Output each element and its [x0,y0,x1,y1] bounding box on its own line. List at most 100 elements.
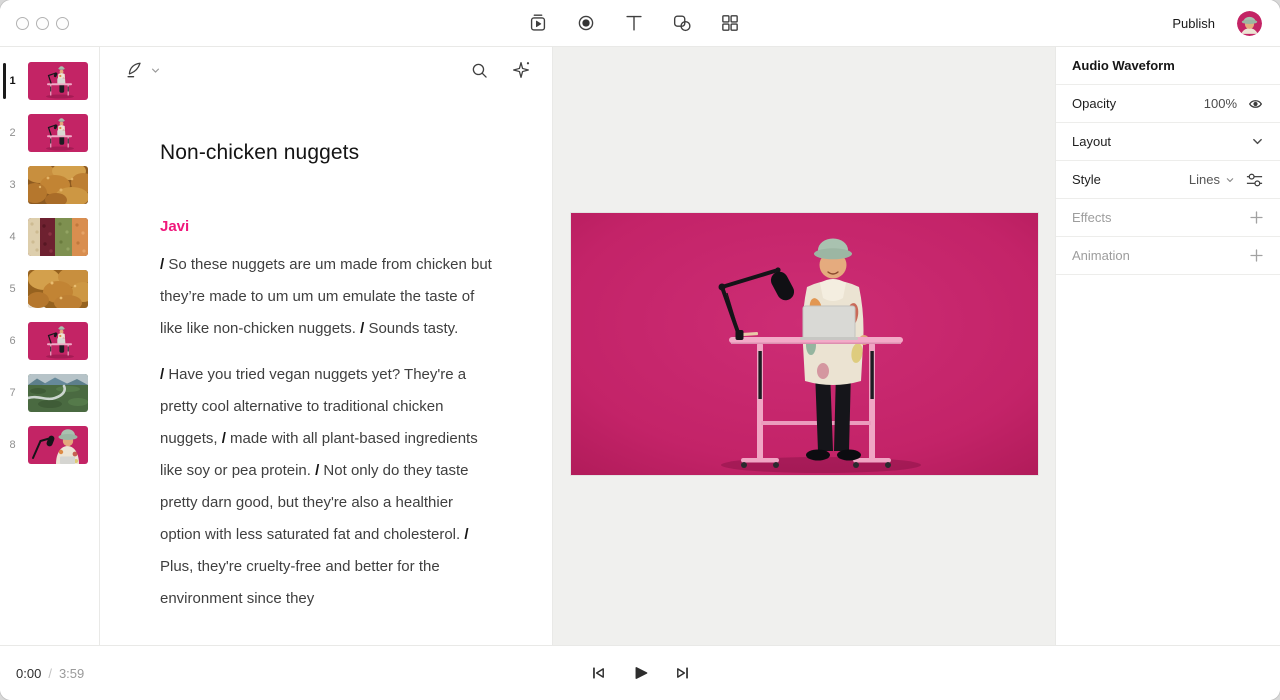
skip-to-start-button[interactable] [589,664,607,682]
scene-thumbnail[interactable] [28,218,88,256]
style-value: Lines [1189,172,1220,187]
layout-button[interactable] [719,12,741,34]
skip-to-start-icon [590,665,607,681]
scene-item[interactable]: 7 [0,374,99,412]
scenes-icon [527,12,549,34]
editor-toolbar [123,58,532,82]
play-button[interactable] [631,664,649,682]
scene-thumbnail[interactable] [28,374,88,412]
scene-number: 5 [0,283,25,295]
scene-thumbnail[interactable] [28,322,88,360]
style-label: Style [1072,172,1101,187]
text-icon [623,12,645,34]
plus-icon[interactable] [1249,248,1264,263]
chevron-down-icon [1225,175,1235,185]
text-tool-button[interactable] [623,12,645,34]
ai-sparkle-icon [510,59,532,81]
transport-bar: 0:00 / 3:59 [0,645,1280,700]
scene-break-marker[interactable]: / [160,366,164,383]
current-time: 0:00 [16,666,41,681]
scene-break-marker[interactable]: / [160,256,164,273]
scene-thumbnail[interactable] [28,62,88,100]
avatar-image [1237,11,1262,36]
composition-title[interactable]: Non-chicken nuggets [160,141,496,165]
scene-item[interactable]: 8 [0,426,99,464]
scene-number: 3 [0,179,25,191]
style-row[interactable]: Style Lines [1056,161,1280,199]
main-area: 1 2 3 4 5 6 7 8 [0,47,1280,645]
publish-button[interactable]: Publish [1172,16,1215,31]
scene-number: 2 [0,127,25,139]
scene-break-marker[interactable]: / [315,462,319,479]
topbar-right: Publish [1172,11,1262,36]
sliders-icon[interactable] [1245,172,1264,188]
opacity-row[interactable]: Opacity 100% [1056,85,1280,123]
transcript-editor: Non-chicken nuggets Javi / So these nugg… [100,47,553,645]
scene-number: 6 [0,335,25,347]
scene-break-marker[interactable]: / [464,526,468,543]
effects-label: Effects [1072,210,1112,225]
write-menu-button[interactable] [123,59,161,81]
inspector-header: Audio Waveform [1056,47,1280,85]
user-avatar[interactable] [1237,11,1262,36]
chevron-down-icon[interactable] [1251,135,1264,148]
scene-thumbnail[interactable] [28,426,88,464]
opacity-value[interactable]: 100% [1204,96,1237,111]
inspector-title: Audio Waveform [1072,58,1175,73]
transcript-paragraph[interactable]: / Have you tried vegan nuggets yet? They… [160,359,496,615]
skip-to-end-icon [674,665,691,681]
scene-number: 7 [0,387,25,399]
scene-thumbnail[interactable] [28,166,88,204]
search-icon [469,60,490,81]
timecode-display: 0:00 / 3:59 [16,666,84,681]
record-button[interactable] [575,12,597,34]
skip-to-end-button[interactable] [673,664,691,682]
video-scene-person-at-pink-desk [571,213,1038,475]
close-window-button[interactable] [16,17,29,30]
layout-grid-icon [719,12,741,34]
animation-row[interactable]: Animation [1056,237,1280,275]
selected-scene-indicator [3,63,6,99]
layout-row[interactable]: Layout [1056,123,1280,161]
window-controls [16,17,69,30]
scene-item[interactable]: 1 [0,62,99,100]
preview-canvas[interactable] [553,47,1055,645]
play-icon [632,665,649,681]
search-button[interactable] [469,60,490,81]
scene-rail: 1 2 3 4 5 6 7 8 [0,47,100,645]
scenes-button[interactable] [527,12,549,34]
eye-icon[interactable] [1247,96,1264,112]
scene-break-marker[interactable]: / [360,320,364,337]
time-separator: / [48,666,52,681]
scene-number: 4 [0,231,25,243]
ai-actions-button[interactable] [510,59,532,81]
effects-row[interactable]: Effects [1056,199,1280,237]
speaker-label[interactable]: Javi [160,218,496,235]
quill-icon [123,59,145,81]
scene-break-marker[interactable]: / [222,430,226,447]
inspector-panel: Audio Waveform Opacity 100% Layout [1055,47,1280,645]
scene-item[interactable]: 2 [0,114,99,152]
style-dropdown[interactable]: Lines [1189,172,1235,187]
zoom-window-button[interactable] [56,17,69,30]
scene-thumbnail[interactable] [28,114,88,152]
document: Non-chicken nuggets Javi / So these nugg… [160,141,496,615]
scene-item[interactable]: 5 [0,270,99,308]
playback-controls [589,664,691,682]
topbar: Publish [0,0,1280,47]
shapes-button[interactable] [671,12,693,34]
chevron-down-icon [150,65,161,76]
transcript-paragraphs: / So these nuggets are um made from chic… [160,249,496,615]
shapes-icon [671,12,693,34]
video-frame[interactable] [571,213,1038,475]
opacity-label: Opacity [1072,96,1116,111]
scene-thumbnail[interactable] [28,270,88,308]
plus-icon[interactable] [1249,210,1264,225]
scene-item[interactable]: 4 [0,218,99,256]
scene-item[interactable]: 3 [0,166,99,204]
layout-label: Layout [1072,134,1111,149]
scene-item[interactable]: 6 [0,322,99,360]
total-duration: 3:59 [59,666,84,681]
transcript-paragraph[interactable]: / So these nuggets are um made from chic… [160,249,496,345]
minimize-window-button[interactable] [36,17,49,30]
